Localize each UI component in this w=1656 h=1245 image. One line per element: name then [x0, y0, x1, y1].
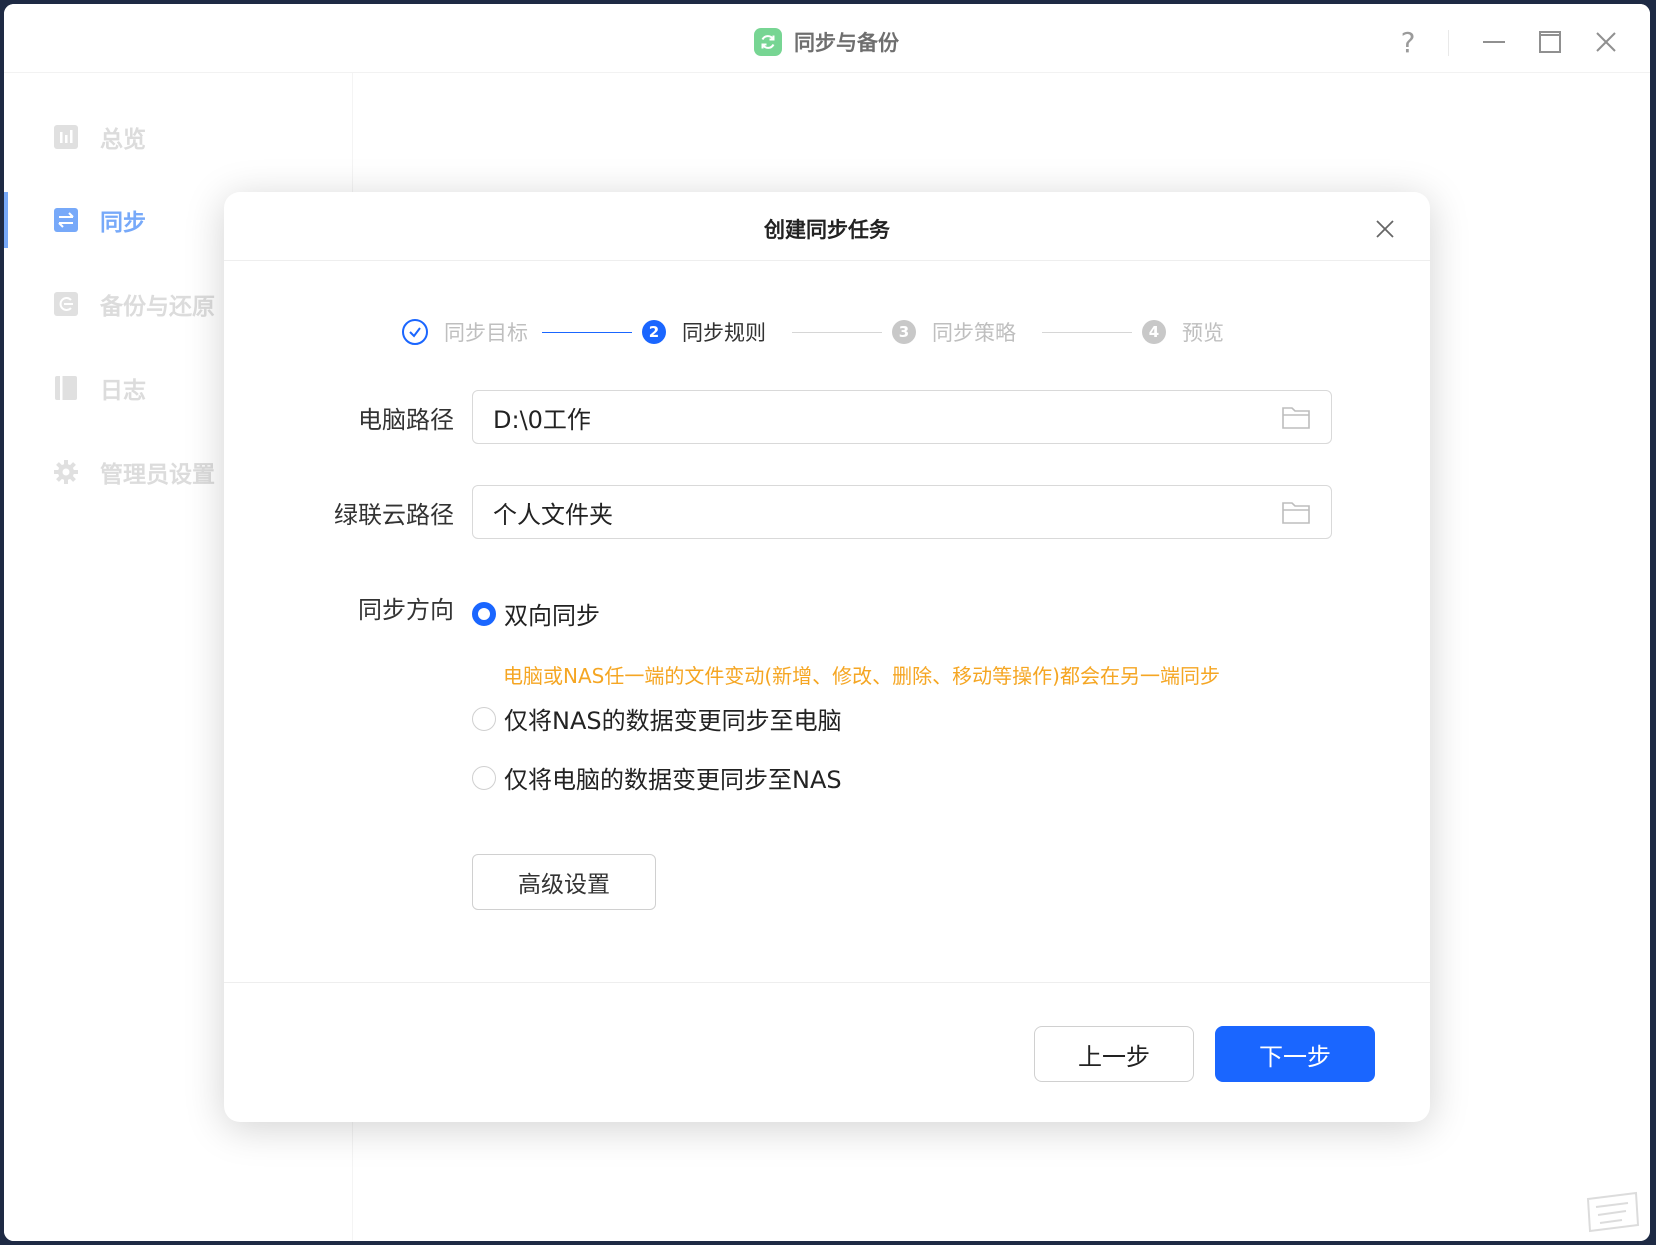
dialog-close-button[interactable] [1368, 212, 1402, 246]
step-preview: 4 预览 [1142, 312, 1224, 352]
radio-button[interactable] [472, 765, 496, 790]
create-sync-task-dialog: 创建同步任务 同步目标 2 同步规则 3 同步策略 4 预览 电脑路径 D:\0… [224, 192, 1430, 1122]
radio-label: 仅将NAS的数据变更同步至电脑 [504, 707, 842, 735]
sync-direction-label: 同步方向 [358, 596, 454, 624]
dialog-footer-divider [224, 982, 1430, 983]
radio-button[interactable] [472, 601, 496, 626]
pc-path-field[interactable] [472, 390, 1332, 444]
pc-path-label: 电脑路径 [358, 406, 454, 434]
cloud-path-input[interactable] [493, 486, 1253, 538]
pc-path-input[interactable] [493, 391, 1253, 443]
step-connector [792, 332, 882, 333]
dialog-title: 创建同步任务 [764, 218, 890, 242]
radio-two-way-sync[interactable]: 双向同步 [472, 596, 600, 631]
step-sync-target: 同步目标 [402, 312, 528, 352]
step-indicator: 同步目标 2 同步规则 3 同步策略 4 预览 [224, 312, 1430, 352]
next-step-button[interactable]: 下一步 [1215, 1026, 1375, 1082]
radio-label: 仅将电脑的数据变更同步至NAS [504, 766, 842, 794]
check-circle-icon [402, 319, 428, 345]
step-connector [1042, 332, 1132, 333]
step-number-badge: 2 [642, 320, 666, 344]
step-label: 同步规则 [682, 321, 766, 345]
cloud-path-label: 绿联云路径 [334, 501, 454, 529]
advanced-settings-button[interactable]: 高级设置 [472, 854, 656, 910]
step-sync-rules: 2 同步规则 [642, 312, 766, 352]
radio-label: 双向同步 [504, 602, 600, 630]
folder-icon[interactable] [1281, 499, 1311, 525]
step-label: 同步策略 [932, 321, 1016, 345]
radio-button[interactable] [472, 706, 496, 731]
previous-step-button[interactable]: 上一步 [1034, 1026, 1194, 1082]
step-sync-strategy: 3 同步策略 [892, 312, 1016, 352]
folder-icon[interactable] [1281, 404, 1311, 430]
two-way-sync-hint: 电脑或NAS任一端的文件变动(新增、修改、删除、移动等操作)都会在另一端同步 [503, 664, 1220, 688]
radio-pc-to-nas[interactable]: 仅将电脑的数据变更同步至NAS [472, 760, 842, 795]
watermark-logo-icon [1586, 1191, 1640, 1233]
step-number-badge: 4 [1142, 320, 1166, 344]
close-icon [1376, 220, 1394, 238]
step-label: 预览 [1182, 321, 1224, 345]
step-number-badge: 3 [892, 320, 916, 344]
dialog-header: 创建同步任务 [224, 192, 1430, 261]
step-connector [542, 332, 632, 333]
radio-nas-to-pc[interactable]: 仅将NAS的数据变更同步至电脑 [472, 701, 842, 736]
cloud-path-field[interactable] [472, 485, 1332, 539]
step-label: 同步目标 [444, 321, 528, 345]
